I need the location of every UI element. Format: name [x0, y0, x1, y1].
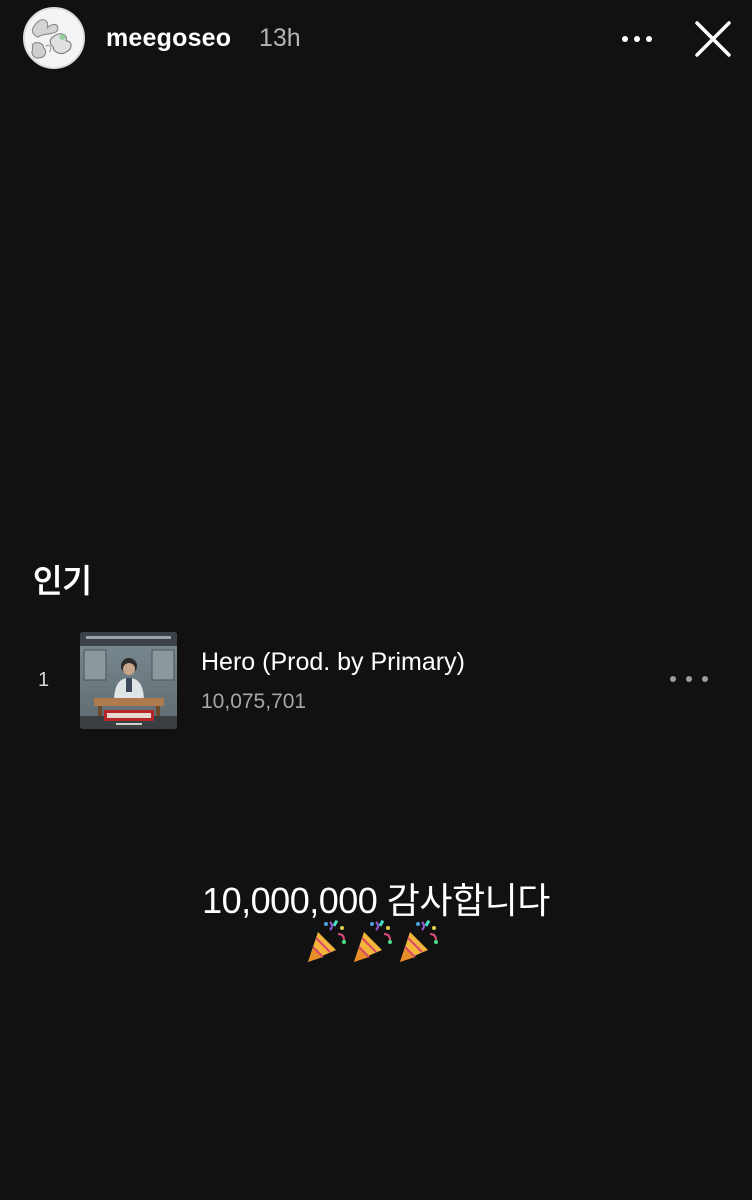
- more-horizontal-icon-dot: [634, 36, 640, 42]
- story-caption: 10,000,000 감사합니다: [0, 872, 752, 924]
- close-icon: [695, 21, 731, 57]
- close-button[interactable]: [690, 16, 736, 62]
- emoji-row: [304, 918, 454, 966]
- track-play-count: 10,075,701: [201, 690, 307, 713]
- party-popper-icon: [354, 919, 392, 962]
- story-viewer: meegoseo 13h 인기 1 Hero (Prod. by Primary…: [0, 0, 752, 1200]
- track-more-button[interactable]: [660, 664, 718, 694]
- track-row[interactable]: 1 Hero (Prod. by Primary) 10,075,701: [0, 626, 752, 734]
- party-popper-icon: [308, 919, 346, 962]
- track-title: Hero (Prod. by Primary): [201, 648, 465, 676]
- more-options-button[interactable]: [612, 22, 662, 56]
- party-popper-icon: [400, 919, 438, 962]
- track-rank: 1: [38, 669, 50, 691]
- more-horizontal-icon: [622, 36, 628, 42]
- username[interactable]: meegoseo: [106, 24, 231, 53]
- section-title-popular: 인기: [33, 563, 92, 599]
- album-cover: [80, 632, 177, 729]
- caption-text: 10,000,000 감사합니다: [202, 880, 550, 921]
- more-horizontal-icon-dot: [646, 36, 652, 42]
- avatar[interactable]: [23, 7, 85, 69]
- avatar-image: [25, 9, 83, 67]
- more-horizontal-icon: [670, 676, 676, 682]
- more-horizontal-icon-dot: [702, 676, 708, 682]
- story-header: meegoseo 13h: [0, 0, 752, 80]
- timestamp: 13h: [259, 24, 301, 52]
- more-horizontal-icon-dot: [686, 676, 692, 682]
